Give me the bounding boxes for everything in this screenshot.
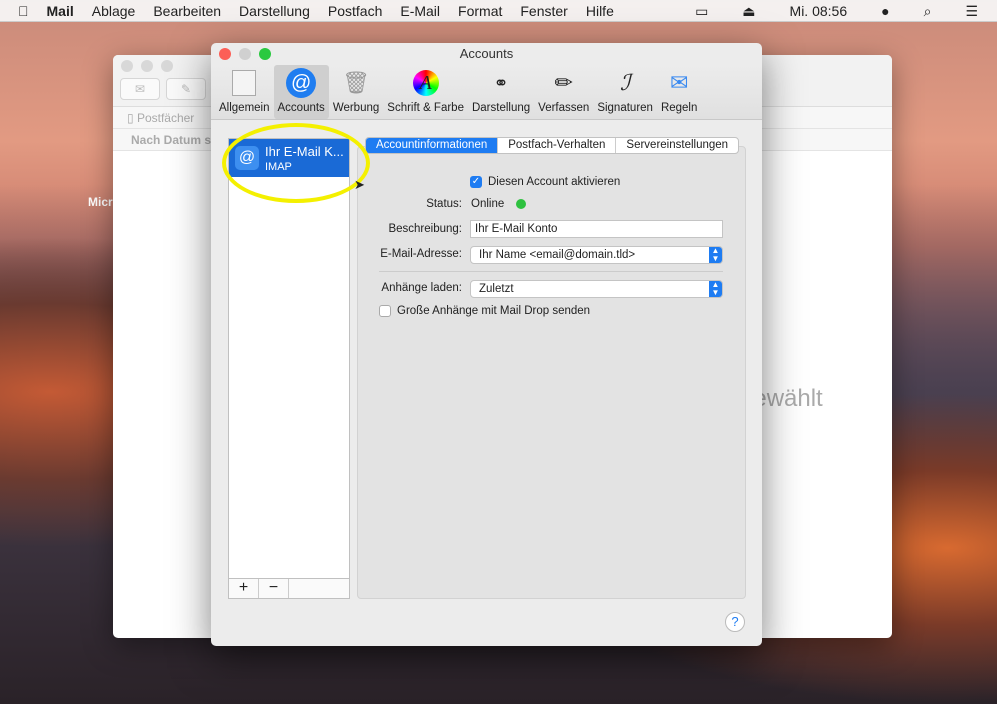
status-value: Online (471, 198, 505, 210)
attachments-select[interactable]: Zuletzt ▲ ▼ (470, 280, 723, 298)
tab-accountinformationen[interactable]: Accountinformationen (366, 138, 499, 153)
get-mail-button[interactable]: ✉ (120, 78, 160, 100)
menu-ablage[interactable]: Ablage (92, 3, 136, 19)
minimize-button[interactable] (239, 48, 251, 60)
tab-label: Regeln (660, 102, 698, 114)
close-button[interactable] (219, 48, 231, 60)
pencil-icon: ✏ (554, 70, 573, 95)
font-icon: A (410, 67, 442, 99)
menu-fenster[interactable]: Fenster (520, 3, 567, 19)
chevron-updown-icon: ▲ ▼ (709, 247, 722, 263)
menu-bearbeiten[interactable]: Bearbeiten (153, 3, 221, 19)
divider (379, 271, 723, 272)
airplay-icon[interactable]: ▭ (695, 3, 708, 20)
tab-signaturen[interactable]: ℐ Signaturen (593, 65, 657, 119)
signature-icon: ℐ (619, 70, 631, 95)
tab-label: Schrift & Farbe (387, 102, 464, 114)
attachments-value: Zuletzt (479, 283, 514, 295)
at-icon: @ (285, 67, 317, 99)
description-label: Beschreibung: (388, 223, 462, 235)
menu-postfach[interactable]: Postfach (328, 3, 382, 19)
tab-label: Darstellung (471, 102, 531, 114)
apple-icon[interactable]:  (18, 3, 29, 19)
mailboxes-label: Postfächer (136, 111, 195, 125)
tab-label: Verfassen (538, 102, 590, 114)
email-label: E-Mail-Adresse: (380, 248, 462, 260)
close-button[interactable] (121, 60, 133, 72)
highlight-annotation (222, 123, 370, 203)
tab-label: Accounts (277, 102, 325, 114)
zoom-button[interactable] (161, 60, 173, 72)
menu-app[interactable]: Mail (47, 3, 74, 19)
desktop-label: Micr (88, 195, 113, 209)
tab-accounts[interactable]: @ Accounts (273, 65, 329, 119)
tab-verfassen[interactable]: ✏ Verfassen (534, 65, 593, 119)
switch-icon (228, 67, 260, 99)
spotlight-icon[interactable]: ⌕ (924, 3, 932, 20)
enable-account-label: Diesen Account aktivieren (488, 176, 621, 188)
maildrop-label: Große Anhänge mit Mail Drop senden (397, 305, 591, 317)
junk-icon: 🗑 (342, 70, 371, 95)
menu-hilfe[interactable]: Hilfe (586, 3, 614, 19)
account-panel (357, 146, 746, 599)
tab-label: Signaturen (597, 102, 653, 114)
tab-label: Allgemein (219, 102, 270, 114)
compose-button[interactable]: ✎ (166, 78, 206, 100)
window-title: Accounts (459, 46, 514, 61)
glasses-icon: ⚭ (493, 72, 509, 93)
preferences-toolbar: Allgemein @ Accounts 🗑 Werbung A Schrift & … (211, 65, 762, 120)
menu-bar:  Mail Ablage Bearbeiten Darstellung Pos… (0, 0, 997, 22)
notification-center-icon[interactable]: ☰ (965, 3, 978, 20)
menu-format[interactable]: Format (458, 3, 502, 19)
checkmark-icon: ✓ (470, 176, 482, 188)
status-indicator (516, 199, 527, 209)
enable-account-checkbox[interactable]: ✓ Diesen Account aktivieren (470, 176, 620, 188)
tab-postfach-verhalten[interactable]: Postfach-Verhalten (498, 138, 617, 153)
status-label: Status: (426, 198, 462, 210)
remove-account-button[interactable]: − (259, 579, 289, 598)
email-select[interactable]: Ihr Name <email@domain.tld> ▲ ▼ (470, 246, 723, 264)
add-account-button[interactable]: + (229, 579, 259, 598)
menu-darstellung[interactable]: Darstellung (239, 3, 310, 19)
menu-email[interactable]: E-Mail (400, 3, 440, 19)
tab-regeln[interactable]: ✉ Regeln (657, 65, 701, 119)
clock[interactable]: Mi. 08:56 (790, 3, 848, 19)
eject-icon[interactable]: ⏏ (742, 3, 755, 20)
user-icon[interactable]: ● (881, 3, 889, 19)
email-value: Ihr Name <email@domain.tld> (479, 249, 636, 261)
checkbox-box (379, 305, 391, 317)
help-button[interactable]: ? (725, 612, 745, 632)
zoom-button[interactable] (259, 48, 271, 60)
maildrop-checkbox[interactable]: Große Anhänge mit Mail Drop senden (379, 305, 590, 317)
mouse-cursor-icon: ➤ (354, 177, 365, 192)
rules-icon: ✉ (669, 70, 689, 95)
tab-schrift-farbe[interactable]: A Schrift & Farbe (383, 65, 468, 119)
account-tabs: Accountinformationen Postfach-Verhalten … (365, 137, 740, 154)
description-input[interactable]: Ihr E-Mail Konto (470, 220, 723, 238)
tab-allgemein[interactable]: Allgemein (215, 65, 274, 119)
tab-label: Werbung (332, 102, 380, 114)
minimize-button[interactable] (141, 60, 153, 72)
tab-werbung[interactable]: 🗑 Werbung (329, 65, 383, 119)
attachments-label: Anhänge laden: (381, 282, 462, 294)
tab-servereinstellungen[interactable]: Servereinstellungen (616, 138, 738, 153)
chevron-updown-icon: ▲ ▼ (709, 281, 722, 297)
accounts-list: @ Ihr E-Mail K... IMAP (228, 138, 350, 599)
tab-darstellung[interactable]: ⚭ Darstellung (468, 65, 534, 119)
